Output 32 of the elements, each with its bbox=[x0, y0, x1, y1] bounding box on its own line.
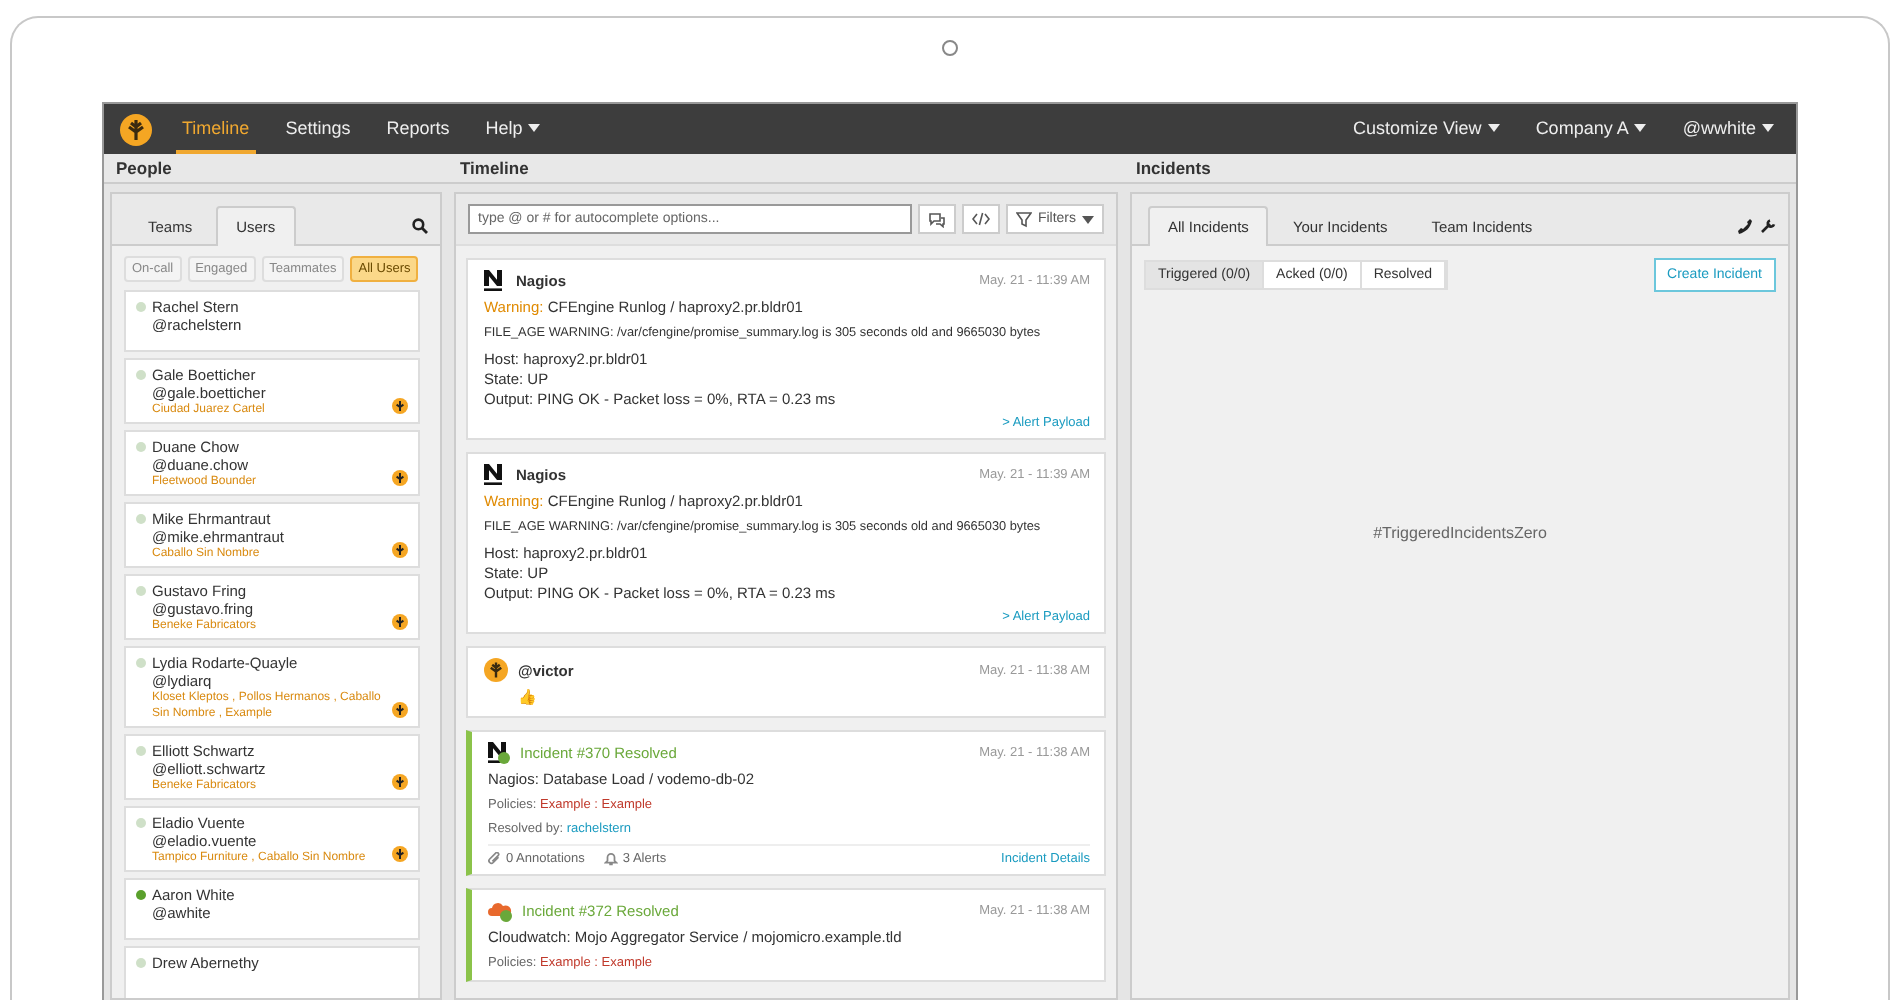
paperclip-icon bbox=[488, 852, 502, 866]
caret-icon bbox=[1082, 215, 1094, 223]
speech-bubbles-icon bbox=[927, 211, 946, 227]
caret-icon bbox=[1762, 123, 1774, 131]
wrench-icon[interactable] bbox=[1760, 217, 1776, 233]
empty-state-text: #TriggeredIncidentsZero bbox=[1371, 524, 1549, 542]
phone-icon[interactable] bbox=[1736, 217, 1752, 233]
funnel-icon bbox=[1015, 211, 1032, 227]
caret-icon bbox=[528, 123, 541, 131]
cloud-check-icon bbox=[488, 900, 512, 922]
section-heading: Timeline bbox=[458, 158, 531, 178]
logo-icon bbox=[484, 658, 508, 682]
nav-link[interactable]: Settings bbox=[279, 104, 357, 154]
nav-menu[interactable]: @wwhite bbox=[1676, 104, 1780, 154]
code-icon bbox=[971, 212, 990, 226]
caret-icon bbox=[1634, 123, 1647, 131]
nav-link[interactable]: Reports bbox=[380, 104, 456, 154]
chat-button[interactable] bbox=[917, 204, 956, 234]
section-heading: People bbox=[114, 158, 174, 178]
search-icon[interactable] bbox=[412, 217, 428, 233]
letter-logo-icon bbox=[484, 270, 506, 292]
nav-link[interactable]: Help bbox=[479, 104, 547, 154]
bell-icon bbox=[604, 852, 619, 866]
camera-icon bbox=[942, 40, 958, 56]
section-heading: Incidents bbox=[1134, 158, 1213, 178]
logo-icon bbox=[120, 113, 152, 145]
caret-icon bbox=[1487, 123, 1500, 131]
nav-menu[interactable]: Customize View bbox=[1346, 104, 1506, 154]
code-button[interactable] bbox=[961, 204, 1000, 234]
nav-menu[interactable]: Company A bbox=[1529, 104, 1653, 154]
letter-logo-check-icon bbox=[488, 742, 510, 764]
letter-logo-icon bbox=[484, 464, 506, 486]
